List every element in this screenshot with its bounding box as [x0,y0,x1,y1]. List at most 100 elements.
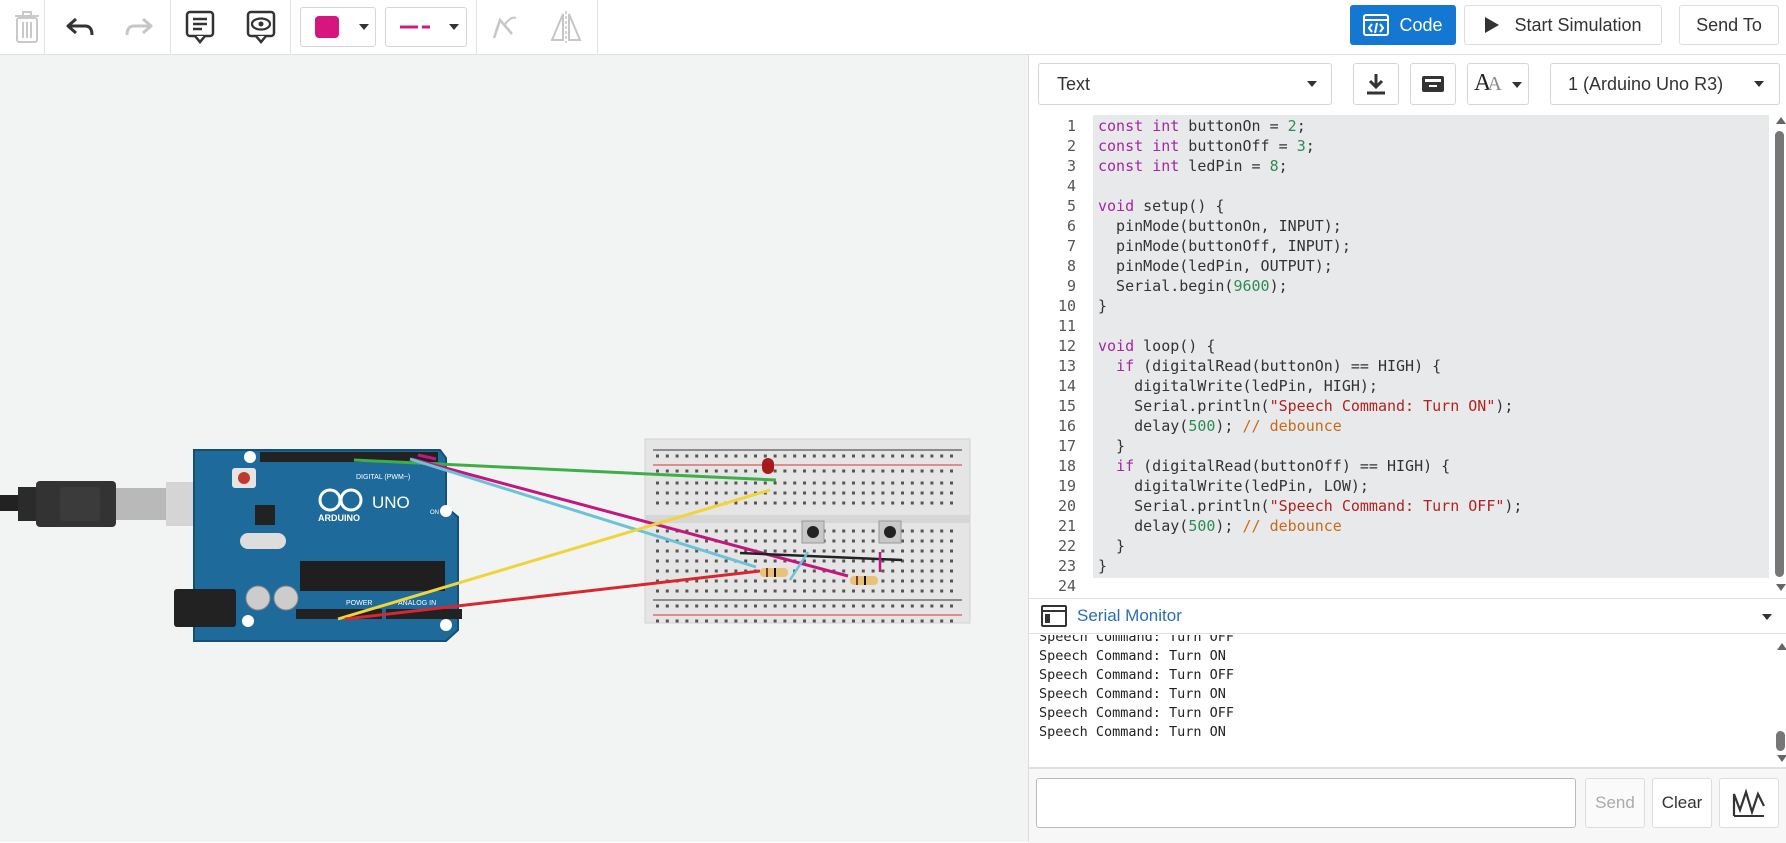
pushbutton-2[interactable] [878,520,902,544]
editor-mode-dropdown[interactable]: Text [1038,63,1332,105]
rotate-button[interactable] [478,0,532,54]
line-style-icon [400,25,430,29]
breadboard-hole [881,454,885,458]
resistor-1[interactable] [760,568,788,577]
breadboard-hole [793,604,797,608]
color-picker-dropdown[interactable] [300,7,376,47]
breadboard-hole [930,569,934,573]
breadboard-hole [754,529,757,533]
breadboard-hole [812,569,816,573]
arduino-uno-board[interactable]: ARDUINO UNO DIGITAL (PWM~) POWER ANALOG … [174,449,462,642]
breadboard-hole [803,619,806,623]
flip-button[interactable] [539,0,593,54]
toggle-notes-visibility-button[interactable] [234,0,288,54]
breadboard-hole [940,549,944,553]
breadboard-hole [724,529,728,533]
breadboard-hole [910,604,914,608]
breadboard-hole [744,491,748,495]
breadboard-hole [665,529,669,533]
breadboard-hole [950,481,953,485]
scrollbar-thumb[interactable] [1776,731,1785,751]
breadboard-hole [695,491,699,495]
arduino-logo-text: ARDUINO [318,513,360,523]
breadboard-hole [685,619,689,623]
breadboard-hole [920,454,924,458]
line-style-dropdown[interactable] [385,7,467,47]
breadboard-hole [754,604,757,608]
breadboard-hole [930,491,934,495]
undo-button[interactable] [53,0,107,54]
line-number: 5 [1066,197,1076,215]
serial-input-field[interactable] [1036,778,1576,828]
breadboard-hole [793,539,797,543]
breadboard-hole [881,501,885,505]
serial-scrollbar[interactable] [1773,635,1786,767]
resistor-2[interactable] [850,576,878,585]
serial-graph-button[interactable] [1719,778,1779,828]
breadboard-hole [861,454,865,458]
code-editor[interactable]: 1 2 3 4 5 6 7 8 9 10 11 12 13 14 15 16 1… [1031,115,1773,595]
breadboard-hole [901,604,904,608]
breadboard-hole [920,481,924,485]
delete-button[interactable] [0,0,54,54]
breadboard-hole [871,539,875,543]
notes-button[interactable] [173,0,227,54]
led[interactable] [762,458,774,474]
line-number: 10 [1057,297,1076,315]
scrollbar-thumb[interactable] [1775,131,1784,577]
breadboard-hole [861,619,865,623]
breadboard-hole [705,604,708,608]
chevron-down-icon[interactable] [1762,614,1772,620]
breadboard-hole [773,549,777,553]
serial-clear-button[interactable]: Clear [1652,778,1712,828]
breadboard-hole [675,481,679,485]
font-size-dropdown[interactable]: AA [1467,63,1529,105]
breadboard-hole [656,559,659,563]
breadboard-hole [822,549,826,553]
code-button[interactable]: Code [1350,5,1456,45]
scroll-up-icon[interactable] [1777,643,1786,650]
breadboard-hole [861,481,865,485]
redo-button[interactable] [112,0,166,54]
code-line: if (digitalRead(buttonOff) == HIGH) { [1116,457,1451,475]
breadboard-hole [675,549,679,553]
breadboard-hole [675,559,679,563]
code-line: void setup() { [1098,197,1225,215]
libraries-button[interactable] [1410,63,1456,105]
circuit-canvas[interactable]: ARDUINO UNO DIGITAL (PWM~) POWER ANALOG … [0,55,1028,842]
breadboard-hole [950,529,953,533]
breadboard-hole [920,619,924,623]
breadboard-hole [695,569,699,573]
serial-output-line: Speech Command: Turn ON [1039,724,1226,740]
breadboard-hole [695,619,699,623]
breadboard-hole [714,469,718,473]
serial-send-label: Send [1595,793,1635,812]
breadboard-hole [783,529,787,533]
breadboard-hole [734,589,738,593]
device-selector-dropdown[interactable]: 1 (Arduino Uno R3) [1550,63,1780,105]
breadboard-hole [793,454,797,458]
scroll-down-icon[interactable] [1777,755,1786,762]
code-scrollbar[interactable] [1772,115,1786,595]
start-simulation-button[interactable]: Start Simulation [1464,5,1662,45]
breadboard-hole [852,549,855,553]
board-model-text: UNO [372,493,410,512]
serial-send-button[interactable]: Send [1585,778,1645,828]
breadboard-hole [871,589,875,593]
scroll-down-icon[interactable] [1776,584,1786,591]
serial-monitor-header[interactable]: Serial Monitor [1029,598,1786,634]
send-to-button[interactable]: Send To [1679,5,1779,45]
breadboard-hole [920,491,924,495]
breadboard-hole [803,454,806,458]
breadboard-hole [920,529,924,533]
scroll-up-icon[interactable] [1776,117,1786,124]
breadboard-hole [773,589,777,593]
breadboard-hole [754,454,757,458]
breadboard-hole [842,569,846,573]
breadboard-hole [714,501,718,505]
download-code-button[interactable] [1353,63,1399,105]
breadboard-hole [891,604,895,608]
note-icon [185,10,215,44]
breadboard-hole [832,604,836,608]
pushbutton-1[interactable] [801,520,825,544]
